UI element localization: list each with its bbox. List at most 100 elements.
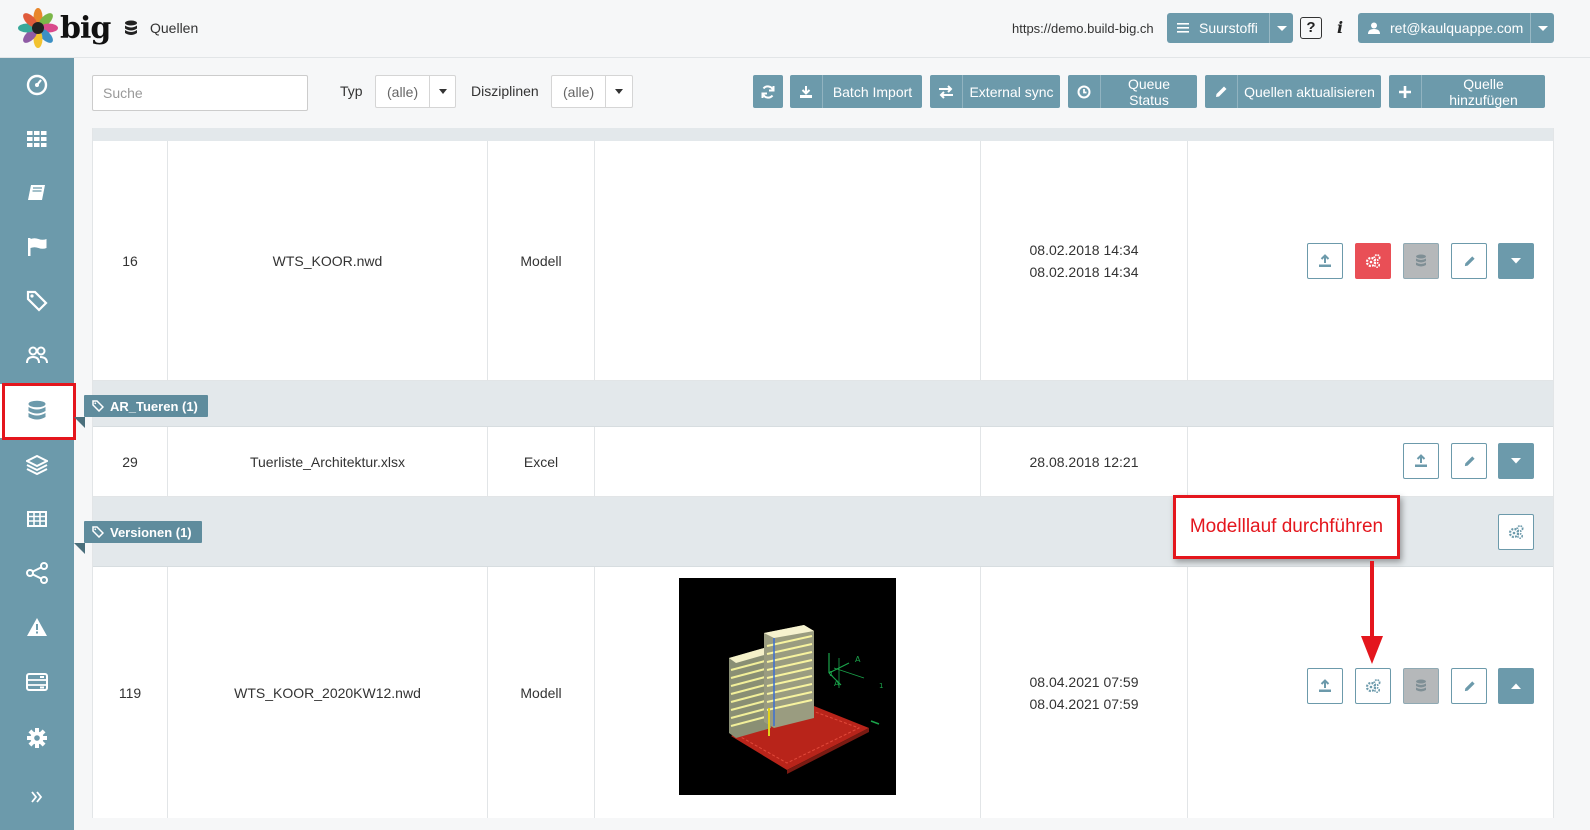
- user-dropdown[interactable]: ret@kaulquappe.com: [1358, 13, 1554, 43]
- top-bar: big Quellen https://demo.build-big.ch Su…: [0, 0, 1590, 58]
- svg-text:A: A: [855, 655, 861, 664]
- pencil-icon: [1464, 455, 1475, 466]
- annotation-arrow-head: [1361, 636, 1383, 664]
- tag-icon: [92, 400, 104, 412]
- page-title: Quellen: [150, 20, 199, 36]
- chevron-down-icon: [429, 76, 455, 107]
- row-date-created: 28.08.2018 12:21: [1029, 453, 1139, 470]
- building-model-image: A A 1 1: [679, 578, 896, 795]
- help-button[interactable]: ?: [1300, 17, 1322, 39]
- upload-button[interactable]: [1403, 443, 1439, 479]
- upload-icon: [1319, 679, 1331, 692]
- external-sync-button[interactable]: External sync: [930, 75, 1060, 108]
- upload-icon: [1319, 254, 1331, 267]
- gear-icon: [27, 728, 47, 748]
- model-run-button[interactable]: [1355, 668, 1391, 704]
- tag-icon: [92, 526, 104, 538]
- database-icon: [1416, 254, 1426, 267]
- row-type: Modell: [488, 141, 595, 380]
- row-dates: 28.08.2018 12:21: [981, 427, 1188, 496]
- row-type: Modell: [488, 567, 595, 818]
- breadcrumb: Quellen: [124, 20, 198, 36]
- expand-icon: [31, 791, 43, 803]
- sidebar-item-issues[interactable]: [0, 600, 74, 654]
- server-icon: [26, 673, 48, 691]
- book-icon: [28, 185, 45, 200]
- sidebar-item-servers[interactable]: [0, 655, 74, 709]
- group-tag-versionen[interactable]: Versionen (1): [84, 521, 202, 543]
- add-source-button[interactable]: Quelle hinzufügen: [1389, 75, 1545, 108]
- pencil-icon: [1464, 680, 1475, 691]
- model-preview-image[interactable]: A A 1 1: [679, 578, 896, 795]
- batch-import-button[interactable]: Batch Import: [790, 75, 922, 108]
- logo-flower-icon: [18, 8, 58, 48]
- update-sources-button[interactable]: Quellen aktualisieren: [1205, 75, 1381, 108]
- disciplines-select[interactable]: (alle): [551, 75, 633, 108]
- sidebar-item-settings[interactable]: [0, 711, 74, 765]
- users-icon: [26, 346, 48, 364]
- chevron-down-icon: [605, 76, 632, 107]
- database-button[interactable]: [1403, 243, 1439, 279]
- tags-icon: [26, 290, 48, 312]
- upload-icon: [1415, 454, 1427, 467]
- row-name: WTS_KOOR.nwd: [168, 141, 488, 380]
- sidebar-item-tables[interactable]: [0, 492, 74, 546]
- expand-row-button[interactable]: [1498, 243, 1534, 279]
- row-name: WTS_KOOR_2020KW12.nwd: [168, 567, 488, 818]
- edit-button[interactable]: [1451, 668, 1487, 704]
- batch-import-label: Batch Import: [832, 83, 913, 100]
- clock-icon: [1068, 75, 1101, 108]
- project-dropdown[interactable]: Suurstoffi: [1167, 13, 1293, 43]
- sidebar-item-dashboard[interactable]: [0, 58, 74, 112]
- add-source-label: Quelle hinzufügen: [1449, 75, 1518, 108]
- refresh-button[interactable]: [753, 75, 783, 108]
- sidebar-item-milestones[interactable]: [0, 220, 74, 274]
- tag-fold: [74, 417, 85, 428]
- refresh-icon: [753, 75, 783, 108]
- model-run-button[interactable]: [1355, 243, 1391, 279]
- group-header-ar-tueren: [93, 381, 1553, 427]
- disciplines-select-value: (alle): [563, 83, 595, 100]
- pencil-icon: [1205, 75, 1238, 108]
- type-label: Typ: [340, 83, 363, 99]
- edit-button[interactable]: [1451, 443, 1487, 479]
- sidebar-item-apps[interactable]: [0, 112, 74, 166]
- type-select[interactable]: (alle): [375, 75, 456, 108]
- queue-status-button[interactable]: Queue Status: [1068, 75, 1197, 108]
- group-tag-label: AR_Tueren (1): [110, 398, 198, 414]
- group-model-run-button[interactable]: [1498, 514, 1534, 550]
- pencil-icon: [1464, 255, 1475, 266]
- info-button[interactable]: i: [1337, 18, 1343, 37]
- group-tag-ar-tueren[interactable]: AR_Tueren (1): [84, 395, 208, 417]
- chevron-up-icon: [1511, 683, 1521, 689]
- row-dates: 08.04.2021 07:59 08.04.2021 07:59: [981, 567, 1188, 818]
- expand-row-button[interactable]: [1498, 443, 1534, 479]
- logo-text: big: [60, 10, 111, 46]
- annotation-highlight-box: [2, 383, 76, 440]
- sidebar-expand[interactable]: [0, 770, 74, 824]
- dashboard-icon: [26, 74, 48, 96]
- logo[interactable]: big: [18, 8, 111, 48]
- search-input[interactable]: Suche: [92, 75, 308, 111]
- collapse-row-button[interactable]: [1498, 668, 1534, 704]
- sidebar-item-documents[interactable]: [0, 166, 74, 220]
- upload-button[interactable]: [1307, 243, 1343, 279]
- row-id: 119: [93, 567, 168, 818]
- download-icon: [790, 75, 823, 108]
- annotation-callout: Modelllauf durchführen: [1173, 495, 1400, 559]
- project-name: Suurstoffi: [1199, 20, 1258, 36]
- database-button[interactable]: [1403, 668, 1439, 704]
- row-dates: 08.02.2018 14:34 08.02.2018 14:34: [981, 141, 1188, 380]
- edit-button[interactable]: [1451, 243, 1487, 279]
- table-header-strip: [93, 128, 1553, 142]
- sidebar-item-share[interactable]: [0, 546, 74, 600]
- sidebar-item-users[interactable]: [0, 328, 74, 382]
- upload-button[interactable]: [1307, 668, 1343, 704]
- sidebar-item-tags[interactable]: [0, 274, 74, 328]
- database-icon: [1416, 679, 1426, 692]
- disciplines-label: Disziplinen: [471, 83, 539, 99]
- row-date-created: 08.02.2018 14:34: [1029, 241, 1139, 258]
- row-preview: [595, 141, 981, 380]
- table-row[interactable]: 29 Tuerliste_Architektur.xlsx Excel 28.0…: [93, 427, 1553, 497]
- sidebar-item-layers[interactable]: [0, 438, 74, 492]
